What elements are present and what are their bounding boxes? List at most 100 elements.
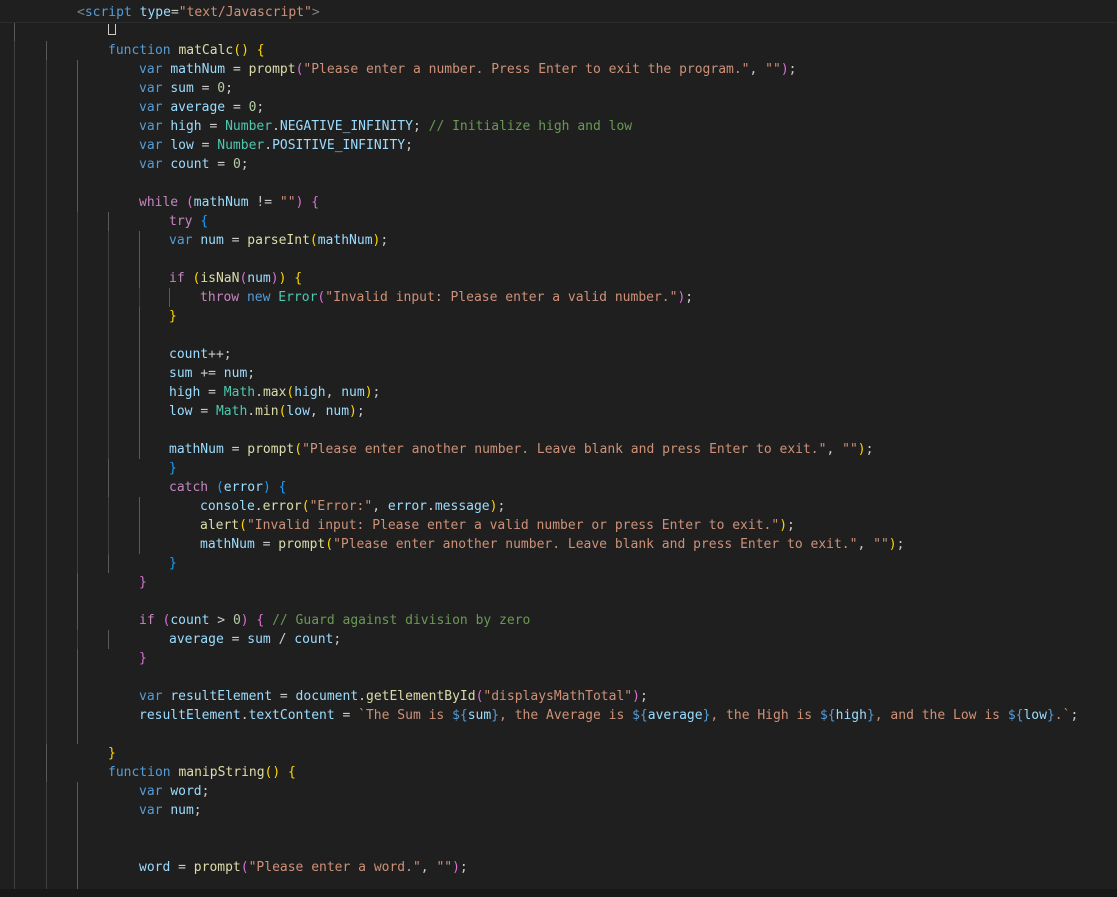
code-line[interactable]: word = prompt("Please enter a word.", ""… (0, 858, 1117, 877)
indent-guide (77, 98, 78, 117)
indent-guide (77, 269, 78, 288)
code-line[interactable] (0, 820, 1117, 839)
indent-guide (46, 364, 47, 383)
indent-guide (77, 706, 78, 725)
indent-guide (46, 725, 47, 744)
indent-guide (77, 79, 78, 98)
code-text: var num = parseInt(mathNum); (169, 233, 389, 248)
indent-guide (14, 668, 15, 687)
code-line[interactable]: var sum = 0; (0, 79, 1117, 98)
code-line[interactable] (0, 592, 1117, 611)
code-line[interactable]: high = Math.max(high, num); (0, 383, 1117, 402)
code-line[interactable]: function matCalc() { (0, 41, 1117, 60)
code-text: var high = Number.NEGATIVE_INFINITY; // … (139, 119, 633, 134)
code-line[interactable]: catch (error) { (0, 478, 1117, 497)
code-line[interactable]: var word; (0, 782, 1117, 801)
indent-guide (108, 383, 109, 402)
code-text: <script type="text/Javascript"> (77, 5, 320, 20)
code-line[interactable]: var low = Number.POSITIVE_INFINITY; (0, 136, 1117, 155)
code-text: sum += num; (169, 366, 256, 381)
indent-guide (108, 478, 109, 497)
code-line[interactable]: resultElement.textContent = `The Sum is … (0, 706, 1117, 725)
code-line[interactable] (0, 421, 1117, 440)
code-text: } (169, 461, 177, 476)
indent-guide (46, 611, 47, 630)
code-line[interactable] (0, 725, 1117, 744)
code-line[interactable]: if (isNaN(num)) { (0, 269, 1117, 288)
indent-guide (46, 554, 47, 573)
code-text: } (139, 575, 147, 590)
code-line[interactable]: sum += num; (0, 364, 1117, 383)
indent-guide (77, 364, 78, 383)
indent-guide (46, 155, 47, 174)
code-line[interactable]: count++; (0, 345, 1117, 364)
code-line[interactable] (0, 250, 1117, 269)
code-line[interactable]: } (0, 573, 1117, 592)
indent-guide (77, 440, 78, 459)
code-line[interactable]: average = sum / count; (0, 630, 1117, 649)
indent-guide (14, 573, 15, 592)
indent-guide (46, 535, 47, 554)
indent-guide (14, 231, 15, 250)
code-line[interactable]: if (count > 0) { // Guard against divisi… (0, 611, 1117, 630)
indent-guide (139, 440, 140, 459)
code-text: mathNum = prompt("Please enter another n… (200, 537, 905, 552)
indent-guide (46, 687, 47, 706)
code-text: function manipString() { (108, 765, 296, 780)
indent-guide (46, 592, 47, 611)
code-text: average = sum / count; (169, 632, 342, 647)
indent-guide (77, 839, 78, 858)
code-line[interactable]: <script type="text/Javascript"> (0, 3, 1117, 22)
code-line[interactable]: } (0, 307, 1117, 326)
code-line[interactable] (0, 839, 1117, 858)
code-line[interactable]: try { (0, 212, 1117, 231)
code-line[interactable]: } (0, 649, 1117, 668)
code-line[interactable]: throw new Error("Invalid input: Please e… (0, 288, 1117, 307)
code-line[interactable]: alert("Invalid input: Please enter a val… (0, 516, 1117, 535)
indent-guide (77, 212, 78, 231)
indent-guide (77, 649, 78, 668)
code-line[interactable] (0, 326, 1117, 345)
indent-guide (108, 630, 109, 649)
code-line[interactable]: var resultElement = document.getElementB… (0, 687, 1117, 706)
indent-guide (46, 459, 47, 478)
code-editor[interactable]: <script type="text/Javascript"> function … (0, 0, 1117, 897)
code-line[interactable]: var count = 0; (0, 155, 1117, 174)
indent-guide (46, 478, 47, 497)
code-text: } (139, 651, 147, 666)
code-line[interactable]: while (mathNum != "") { (0, 193, 1117, 212)
code-line[interactable]: mathNum = prompt("Please enter another n… (0, 440, 1117, 459)
indent-guide (77, 117, 78, 136)
indent-guide (14, 839, 15, 858)
indent-guide (46, 60, 47, 79)
indent-guide (46, 79, 47, 98)
indent-guide (14, 345, 15, 364)
code-line[interactable]: var mathNum = prompt("Please enter a num… (0, 60, 1117, 79)
indent-guide (14, 649, 15, 668)
code-line[interactable]: } (0, 554, 1117, 573)
indent-guide (77, 687, 78, 706)
code-line[interactable]: console.error("Error:", error.message); (0, 497, 1117, 516)
code-line[interactable]: var average = 0; (0, 98, 1117, 117)
code-line[interactable]: } (0, 744, 1117, 763)
code-line[interactable] (0, 22, 1117, 41)
code-line[interactable] (0, 174, 1117, 193)
indent-guide (46, 250, 47, 269)
code-line[interactable]: } (0, 459, 1117, 478)
code-line[interactable]: low = Math.min(low, num); (0, 402, 1117, 421)
code-line[interactable]: var num; (0, 801, 1117, 820)
code-line[interactable] (0, 668, 1117, 687)
indent-guide (46, 801, 47, 820)
indent-guide (77, 345, 78, 364)
code-line[interactable]: mathNum = prompt("Please enter another n… (0, 535, 1117, 554)
indent-guide (108, 231, 109, 250)
indent-guide (14, 288, 15, 307)
indent-guide (14, 858, 15, 877)
code-line[interactable]: var num = parseInt(mathNum); (0, 231, 1117, 250)
indent-guide (108, 535, 109, 554)
indent-guide (77, 630, 78, 649)
indent-guide (77, 801, 78, 820)
indent-guide (14, 307, 15, 326)
code-line[interactable]: var high = Number.NEGATIVE_INFINITY; // … (0, 117, 1117, 136)
code-line[interactable]: function manipString() { (0, 763, 1117, 782)
